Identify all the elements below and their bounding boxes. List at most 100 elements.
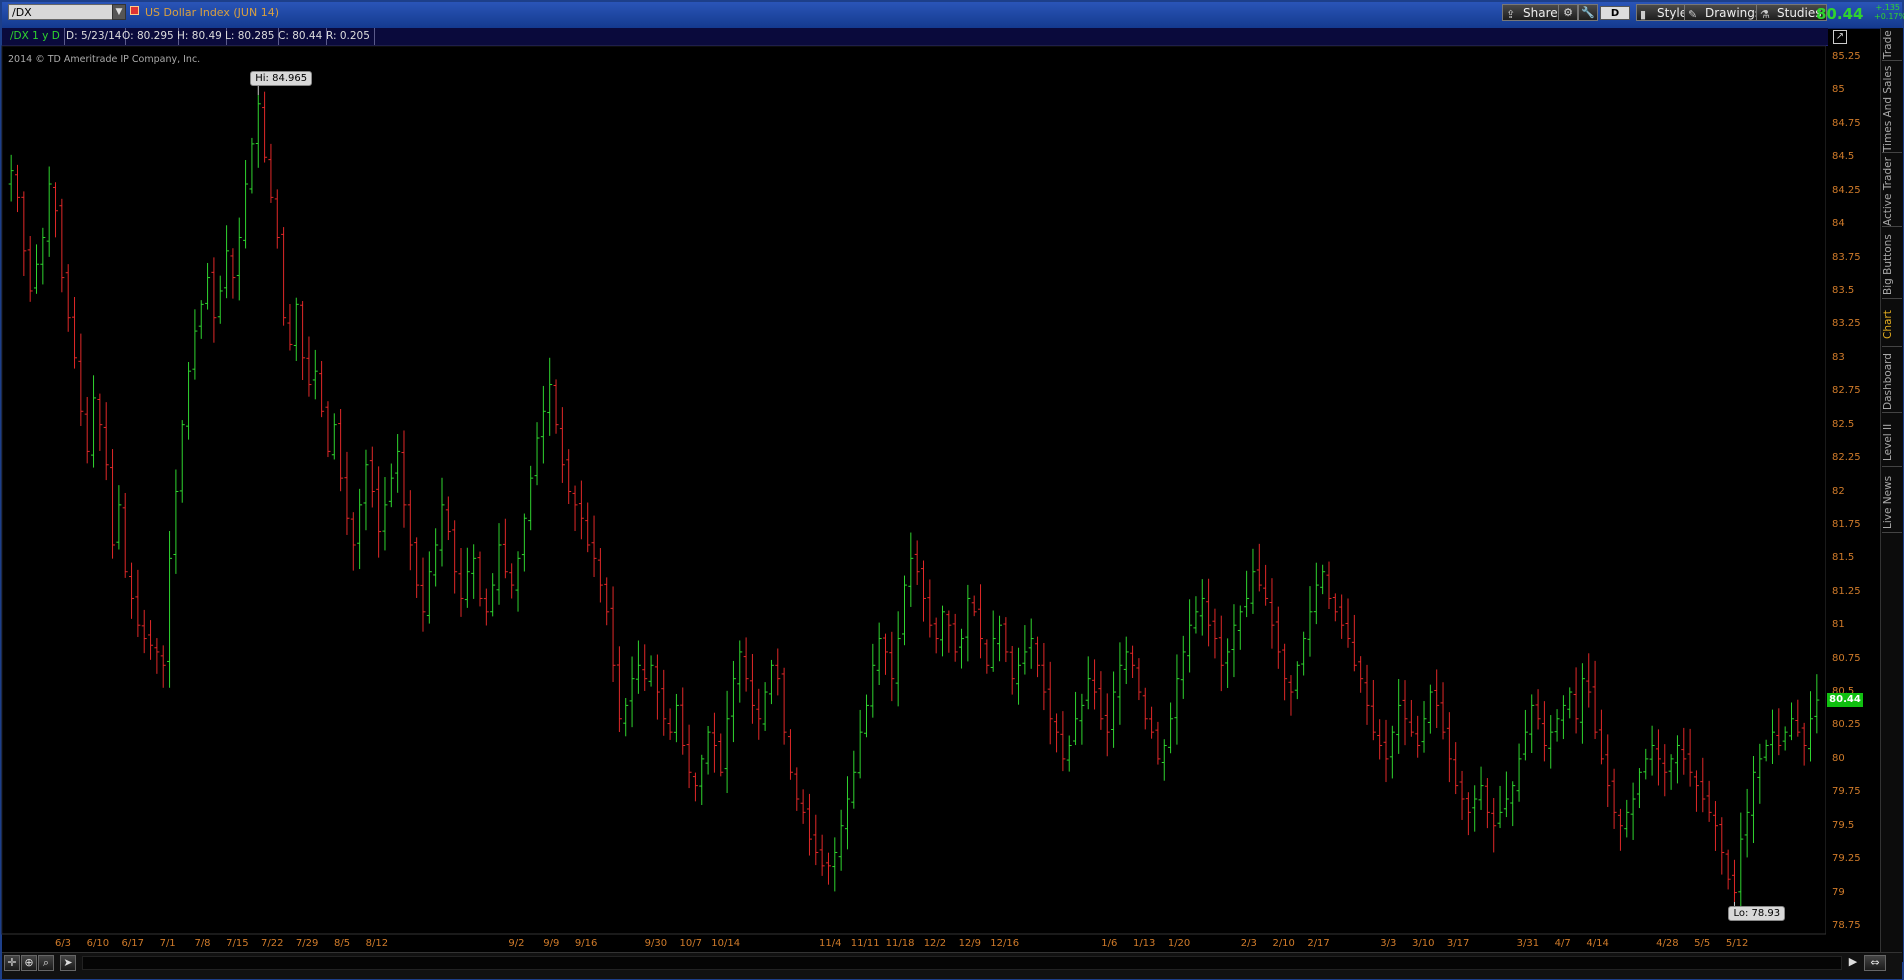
ohlc-bar: [1453, 742, 1459, 795]
side-tab-dashboard[interactable]: Dashboard: [1882, 352, 1902, 413]
ohlc-bar: [825, 852, 831, 885]
ohlc-bar: [990, 610, 996, 672]
ohlc-bar: [15, 164, 21, 213]
expand-chart-icon[interactable]: ↗: [1833, 30, 1847, 44]
change-absolute: +.135: [1875, 3, 1900, 12]
side-tab-level-ii[interactable]: Level II: [1882, 418, 1902, 467]
ohlc-bar: [1731, 859, 1737, 902]
side-tab-live-news[interactable]: Live News: [1882, 472, 1902, 533]
ohlc-bar: [566, 449, 572, 504]
price-tick-label: 81.5: [1832, 552, 1855, 564]
ohlc-bar: [414, 537, 420, 598]
ohlc-bar: [287, 304, 293, 351]
ohlc-bar: [262, 91, 268, 163]
ohlc-bar: [857, 709, 863, 779]
date-tick-label: 12/16: [990, 938, 1020, 949]
ohlc-bar: [1054, 713, 1060, 753]
ohlc-bar: [863, 694, 869, 738]
price-chart[interactable]: [0, 0, 1826, 940]
ohlc-bar: [224, 225, 230, 299]
ohlc-bar: [1136, 658, 1142, 701]
ohlc-bar: [1130, 645, 1136, 678]
ohlc-bar: [1307, 586, 1313, 657]
chart-scrollbar[interactable]: [82, 956, 1842, 970]
ohlc-bar: [927, 579, 933, 638]
price-tick-label: 78.75: [1832, 920, 1861, 931]
ohlc-bar: [806, 793, 812, 856]
ohlc-bar: [1567, 687, 1573, 719]
magnifier-icon[interactable]: ⌕: [38, 955, 54, 971]
ohlc-bar: [870, 643, 876, 718]
ohlc-bar: [648, 655, 654, 687]
ohlc-bar: [167, 531, 173, 688]
ohlc-bar: [1383, 719, 1389, 783]
ohlc-bar: [1440, 682, 1446, 740]
ohlc-bar: [1351, 614, 1357, 672]
date-tick-label: 4/7: [1554, 938, 1571, 949]
ohlc-bar: [1174, 654, 1180, 745]
price-change: +.135 +0.17%: [1874, 3, 1904, 21]
ohlc-bar: [65, 264, 71, 332]
ohlc-bar: [1231, 604, 1237, 678]
ohlc-bar: [984, 639, 990, 674]
ohlc-bar: [1497, 785, 1503, 829]
price-tick-label: 80: [1832, 752, 1845, 764]
ohlc-bar: [1301, 631, 1307, 676]
side-tab-big-buttons[interactable]: Big Buttons: [1882, 232, 1902, 299]
ohlc-bar: [357, 488, 363, 570]
date-tick-label: 6/17: [121, 938, 144, 949]
price-tick-label: 79.5: [1832, 819, 1855, 831]
date-tick-label: 6/10: [86, 938, 110, 949]
ohlc-bar: [553, 379, 559, 434]
price-tick-label: 85: [1832, 84, 1845, 96]
side-tab-chart[interactable]: Chart: [1882, 304, 1902, 347]
ohlc-bar: [1725, 849, 1731, 890]
side-tab-trade[interactable]: Trade: [1882, 30, 1902, 61]
ohlc-bar: [997, 615, 1003, 662]
ohlc-bar: [559, 407, 565, 483]
ohlc-bar: [1814, 674, 1820, 734]
ohlc-bar: [794, 767, 800, 811]
scroll-right-icon[interactable]: ▶: [1846, 955, 1860, 971]
ohlc-bar: [1370, 679, 1376, 741]
ohlc-bar: [1478, 766, 1484, 810]
ohlc-bar: [8, 154, 14, 202]
price-tick-label: 84: [1832, 218, 1845, 230]
ohlc-bar: [908, 532, 914, 607]
ohlc-bar: [1560, 695, 1566, 740]
ohlc-bar: [686, 724, 692, 789]
ohlc-bar: [34, 244, 40, 294]
ohlc-bar: [1104, 693, 1110, 757]
ohlc-bar: [1313, 562, 1319, 625]
ohlc-bar: [129, 562, 135, 619]
side-tab-times-and-sales[interactable]: Times And Sales: [1882, 66, 1902, 153]
ohlc-bar: [832, 837, 838, 892]
side-tab-active-trader[interactable]: Active Trader: [1882, 157, 1902, 227]
zoom-tool-icon[interactable]: ⊕: [21, 955, 37, 971]
pointer-tool-icon[interactable]: ➤: [60, 955, 76, 971]
ohlc-bar: [635, 640, 641, 694]
ohlc-bar: [116, 485, 122, 550]
crosshair-tool-icon[interactable]: ✛: [4, 955, 20, 971]
date-tick-label: 2/17: [1307, 938, 1330, 949]
ohlc-bar: [1510, 781, 1516, 827]
price-tick-label: 84.25: [1832, 184, 1861, 196]
ohlc-bar: [1282, 643, 1288, 701]
expand-time-axis-icon[interactable]: ⇔: [1864, 955, 1886, 971]
ohlc-bar: [724, 690, 730, 794]
ohlc-bar: [1719, 817, 1725, 875]
ohlc-bar: [509, 563, 515, 599]
ohlc-bar: [496, 523, 502, 605]
price-tick-label: 83.25: [1832, 318, 1861, 330]
ohlc-bar: [1769, 709, 1775, 764]
ohlc-bar: [1693, 770, 1699, 812]
ohlc-bar: [1706, 780, 1712, 822]
ohlc-bar: [173, 469, 179, 574]
ohlc-bar: [1484, 778, 1490, 829]
date-tick-label: 10/7: [679, 938, 703, 949]
ohlc-bar: [895, 611, 901, 707]
ohlc-bar: [762, 682, 768, 731]
ohlc-bar: [1548, 715, 1554, 769]
ohlc-bar: [1275, 606, 1281, 669]
ohlc-bar: [445, 496, 451, 541]
